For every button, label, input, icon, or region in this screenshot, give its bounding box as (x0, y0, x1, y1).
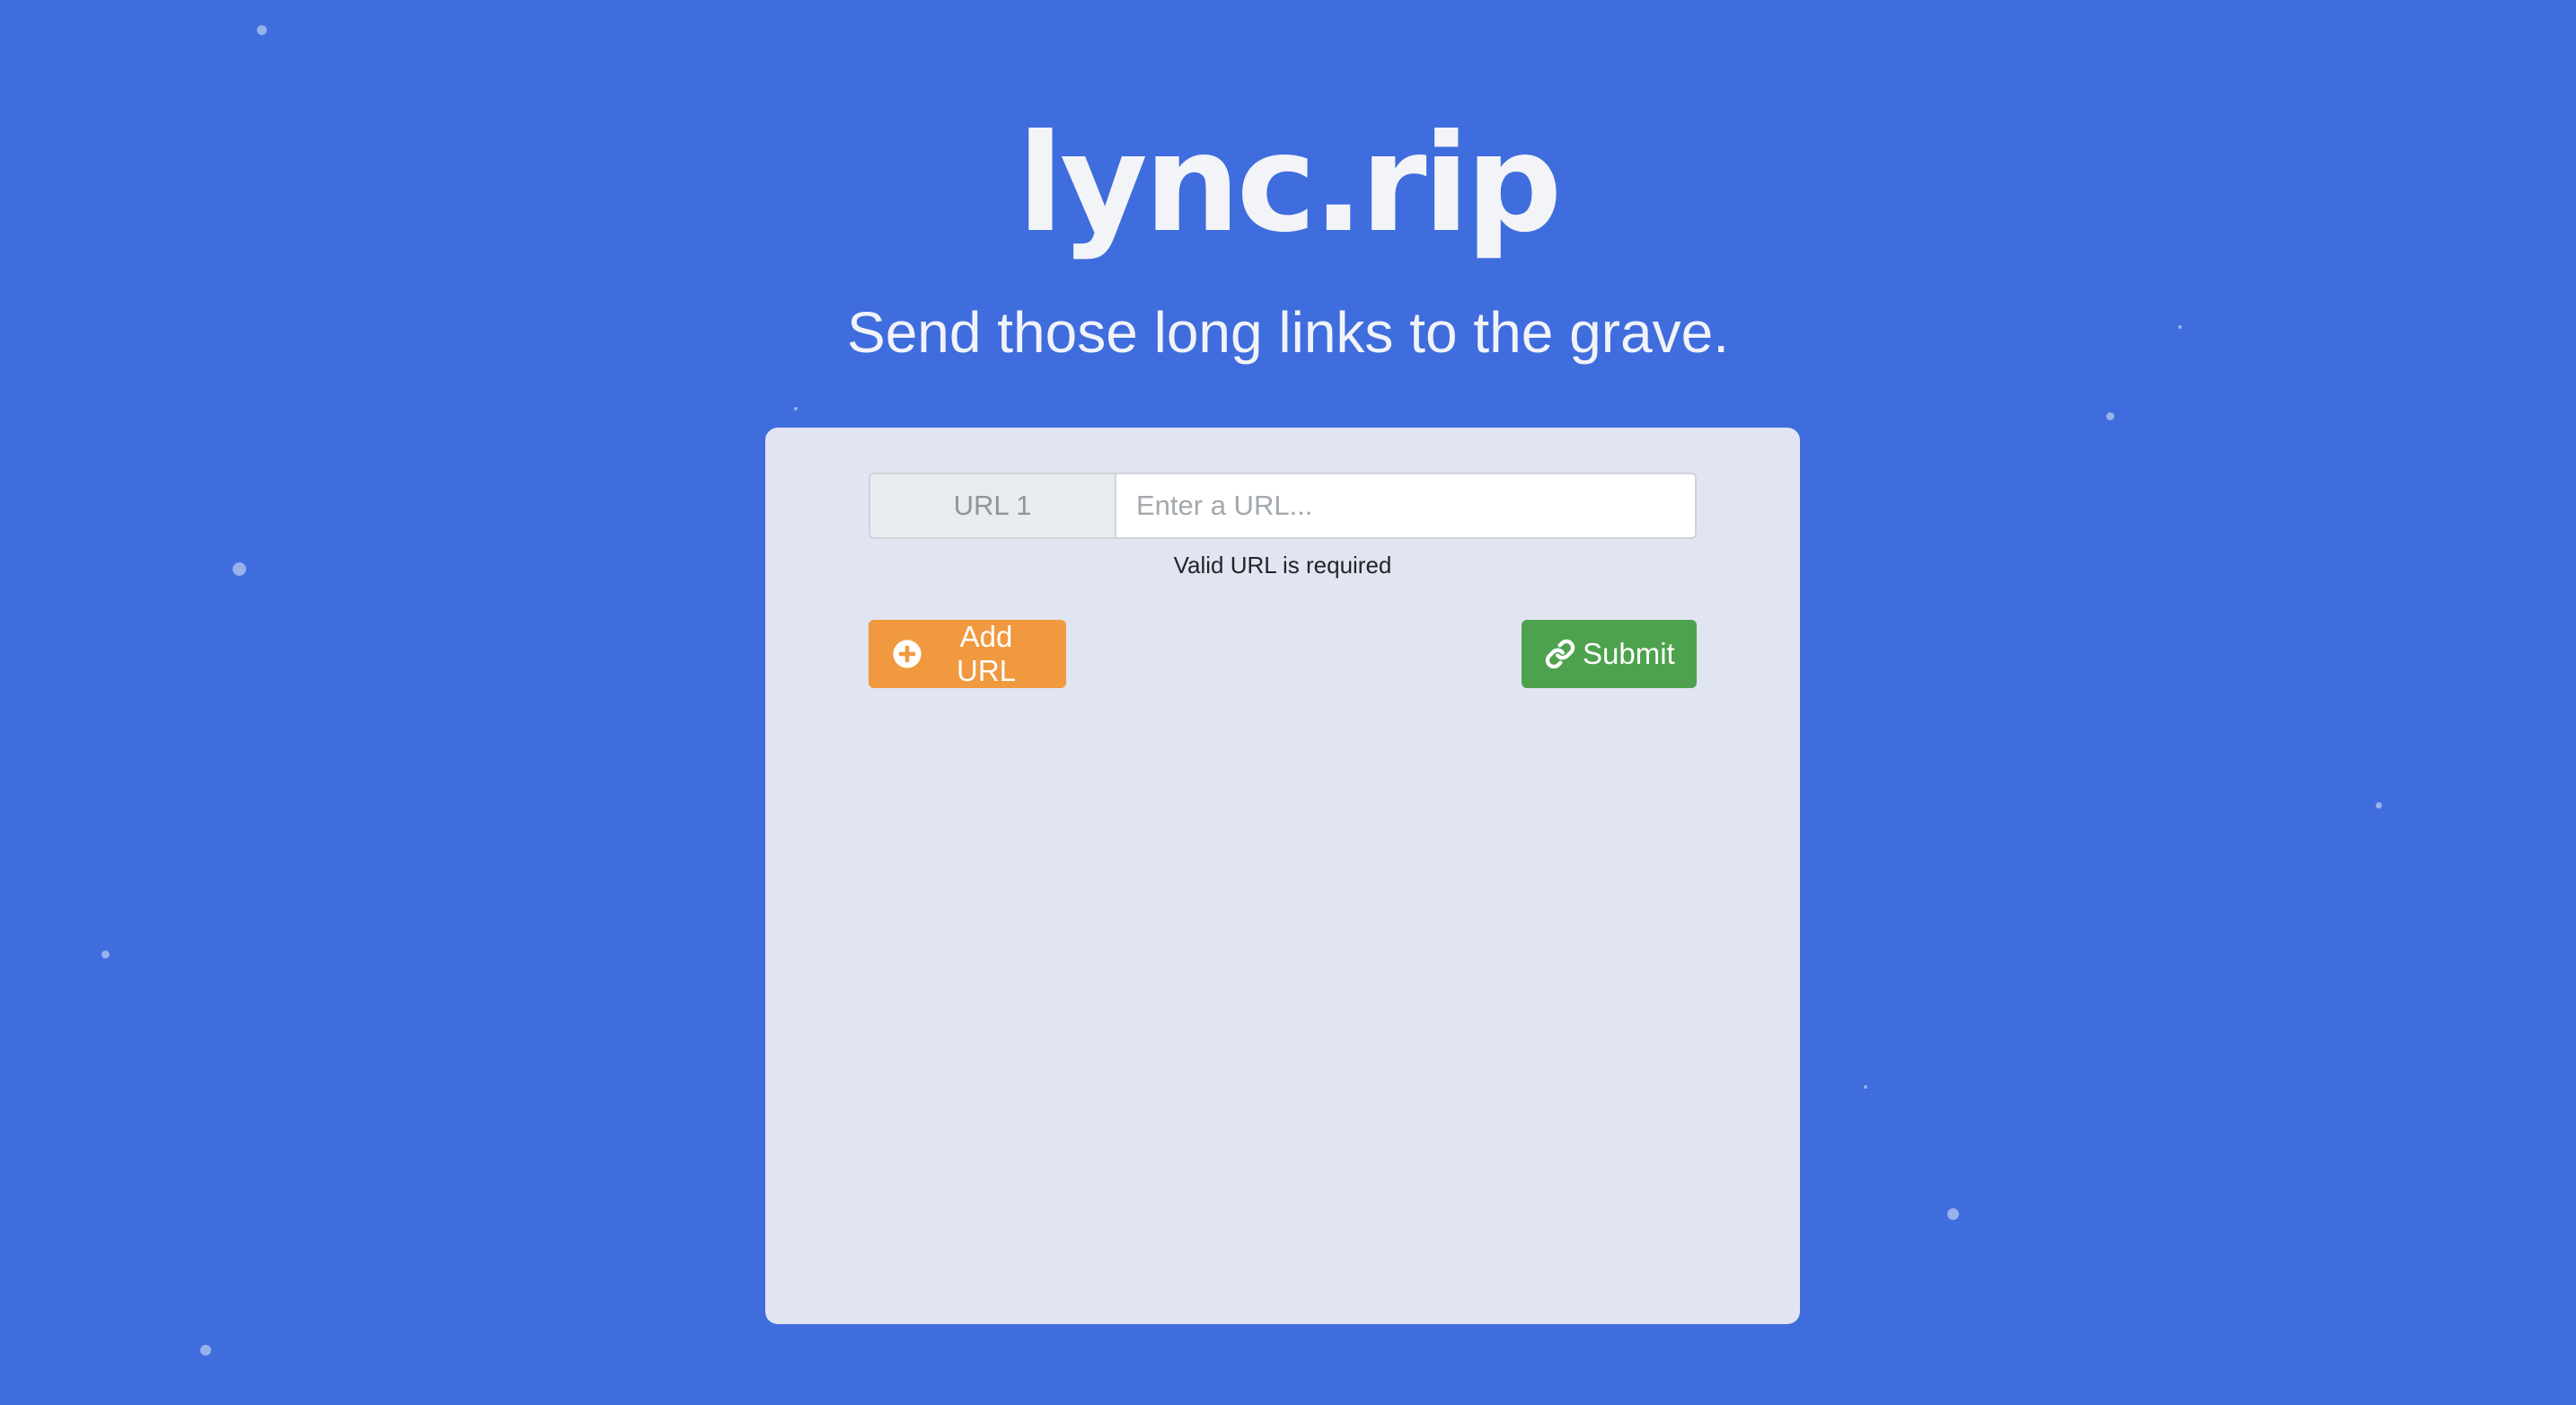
particle (1947, 1208, 1959, 1220)
site-logo: lync.rip (1017, 106, 1563, 262)
url-input[interactable] (1115, 473, 1697, 539)
url-input-group: URL 1 (869, 473, 1697, 539)
particle (200, 1345, 211, 1356)
submit-label: Submit (1583, 637, 1675, 670)
particle (101, 950, 110, 959)
particle (2376, 802, 2382, 809)
particle (2106, 412, 2114, 420)
particle (233, 562, 246, 576)
tagline: Send those long links to the grave. (847, 300, 1729, 365)
particle (1864, 1085, 1867, 1089)
submit-button[interactable]: Submit (1522, 620, 1697, 688)
url-index-label: URL 1 (869, 473, 1115, 539)
link-icon (1545, 639, 1575, 669)
add-url-label: Add URL (956, 620, 1017, 687)
url-form-card: URL 1 Valid URL is required Add URL Subm… (765, 428, 1800, 1324)
plus-circle-icon (892, 639, 922, 669)
add-url-button[interactable]: Add URL (869, 620, 1066, 688)
particle (794, 407, 798, 411)
particle (257, 25, 267, 35)
validation-message: Valid URL is required (1173, 552, 1392, 579)
